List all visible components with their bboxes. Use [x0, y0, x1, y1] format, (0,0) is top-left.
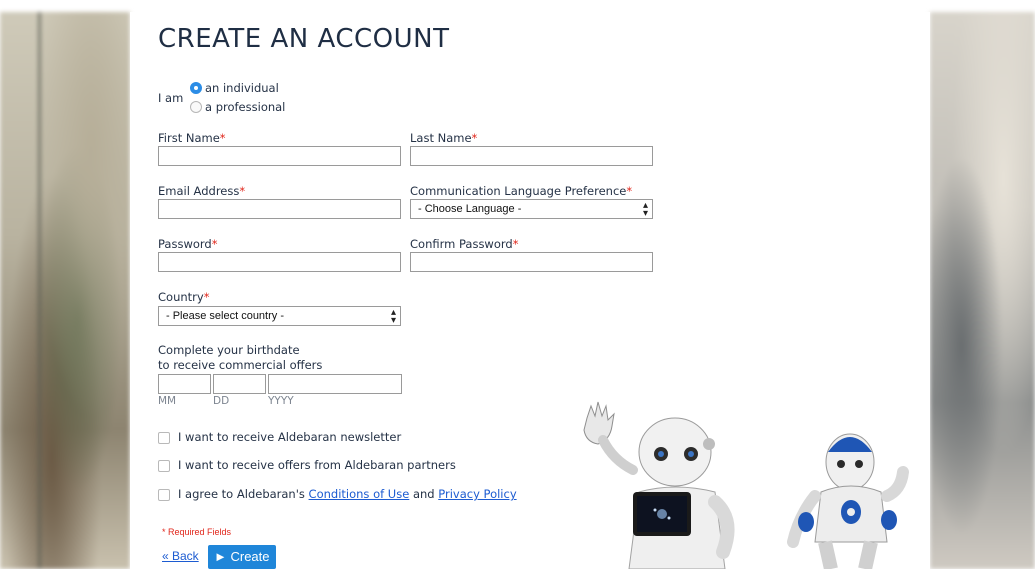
language-select[interactable]: - Choose Language - ▴ ▾	[410, 199, 653, 219]
background-left-photo	[0, 12, 130, 569]
birth-month-hint: MM	[158, 395, 177, 407]
radio-individual-label: an individual	[205, 81, 279, 95]
birthdate-label-line1: Complete your birthdate	[158, 343, 300, 357]
country-label: Country*	[158, 290, 210, 304]
first-name-input[interactable]	[158, 146, 401, 166]
partners-checkbox-label: I want to receive offers from Aldebaran …	[178, 458, 456, 472]
birth-year-input[interactable]	[268, 374, 402, 394]
language-label: Communication Language Preference*	[410, 184, 633, 198]
create-button[interactable]: ► Create	[208, 545, 276, 569]
radio-professional-label: a professional	[205, 100, 286, 114]
newsletter-checkbox-label: I want to receive Aldebaran newsletter	[178, 430, 402, 444]
birthdate-label-line2: to receive commercial offers	[158, 358, 323, 372]
privacy-policy-link[interactable]: Privacy Policy	[438, 487, 516, 501]
email-input[interactable]	[158, 199, 401, 219]
background-right-photo	[930, 12, 1035, 569]
agree-checkbox[interactable]	[158, 489, 170, 501]
confirm-password-label: Confirm Password*	[410, 237, 519, 251]
partners-checkbox[interactable]	[158, 460, 170, 472]
required-fields-note: * Required Fields	[162, 527, 232, 537]
birth-month-input[interactable]	[158, 374, 211, 394]
last-name-label: Last Name*	[410, 131, 478, 145]
conditions-of-use-link[interactable]: Conditions of Use	[309, 487, 410, 501]
language-select-value: - Choose Language -	[418, 203, 522, 215]
robots-illustration	[583, 401, 909, 569]
newsletter-checkbox[interactable]	[158, 432, 170, 444]
birth-day-hint: DD	[213, 395, 230, 407]
country-select[interactable]: - Please select country - ▴ ▾	[158, 306, 401, 326]
country-select-value: - Please select country -	[166, 310, 284, 322]
pepper-robot-image	[583, 401, 735, 569]
radio-professional[interactable]	[190, 101, 202, 113]
radio-individual[interactable]	[190, 82, 202, 94]
nao-robot-image	[787, 433, 909, 569]
page-title: CREATE AN ACCOUNT	[158, 24, 450, 54]
select-arrows-icon: ▴ ▾	[642, 200, 648, 219]
password-input[interactable]	[158, 252, 401, 272]
birth-year-hint: YYYY	[268, 395, 294, 407]
birth-day-input[interactable]	[213, 374, 266, 394]
back-link[interactable]: « Back	[162, 549, 199, 563]
account-type-label: I am	[158, 91, 184, 105]
first-name-label: First Name*	[158, 131, 226, 145]
agree-checkbox-label: I agree to Aldebaran's Conditions of Use…	[178, 487, 517, 501]
select-arrows-icon: ▴ ▾	[390, 307, 396, 326]
password-label: Password*	[158, 237, 218, 251]
last-name-input[interactable]	[410, 146, 653, 166]
email-label: Email Address*	[158, 184, 246, 198]
confirm-password-input[interactable]	[410, 252, 653, 272]
